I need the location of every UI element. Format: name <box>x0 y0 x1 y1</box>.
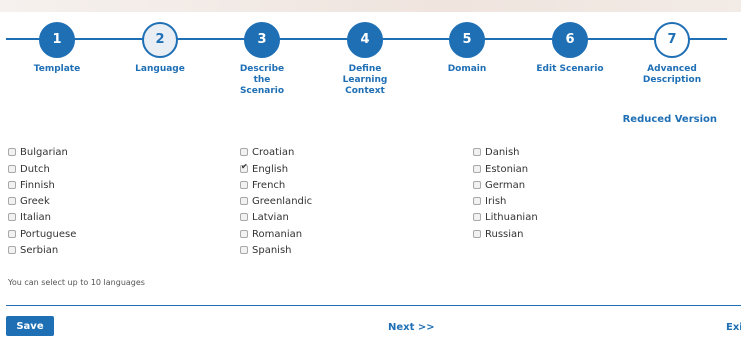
language-label: Dutch <box>20 163 50 175</box>
reduced-version-link[interactable]: Reduced Version <box>623 114 717 125</box>
language-option-danish[interactable]: Danish <box>473 145 520 159</box>
language-label: Italian <box>20 211 52 223</box>
language-limit-hint: You can select up to 10 languages <box>8 278 145 287</box>
language-label: Romanian <box>252 228 303 240</box>
language-label: English <box>252 163 289 175</box>
language-label: Estonian <box>485 163 529 175</box>
language-label: Russian <box>485 228 524 240</box>
save-button[interactable]: Save <box>6 316 54 336</box>
step-5-label: Domain <box>447 64 487 74</box>
language-option-romanian[interactable]: Romanian <box>240 227 302 241</box>
language-label: Greenlandic <box>252 195 313 207</box>
checkbox[interactable] <box>240 148 248 156</box>
wizard-stepper: 1 Template 2 Language 3 Describe the Sce… <box>0 18 741 96</box>
step-2-label: Language <box>135 64 185 74</box>
language-label: French <box>252 179 286 191</box>
step-advanced-description[interactable]: 7 Advanced Description <box>617 18 727 86</box>
checkbox[interactable] <box>473 213 481 221</box>
step-3-label: Describe the Scenario <box>239 64 285 96</box>
checkbox[interactable] <box>473 230 481 238</box>
language-label: Bulgarian <box>20 146 68 158</box>
language-option-greenlandic[interactable]: Greenlandic <box>240 194 312 208</box>
language-option-french[interactable]: French <box>240 178 285 192</box>
checkbox[interactable] <box>240 181 248 189</box>
language-option-russian[interactable]: Russian <box>473 227 524 241</box>
language-option-spanish[interactable]: Spanish <box>240 243 292 257</box>
language-option-latvian[interactable]: Latvian <box>240 210 289 224</box>
step-describe-scenario[interactable]: 3 Describe the Scenario <box>207 18 317 97</box>
step-7-circle[interactable]: 7 <box>654 22 690 58</box>
language-option-german[interactable]: German <box>473 178 525 192</box>
language-label: Portuguese <box>20 228 77 240</box>
language-label: German <box>485 179 526 191</box>
checkbox[interactable] <box>240 230 248 238</box>
step-1-circle[interactable]: 1 <box>39 22 75 58</box>
step-language[interactable]: 2 Language <box>105 18 215 75</box>
language-option-bulgarian[interactable]: Bulgarian <box>8 145 68 159</box>
checkbox[interactable] <box>473 197 481 205</box>
step-template[interactable]: 1 Template <box>2 18 112 75</box>
language-option-italian[interactable]: Italian <box>8 210 51 224</box>
language-option-irish[interactable]: Irish <box>473 194 506 208</box>
step-learning-context[interactable]: 4 Define Learning Context <box>310 18 420 97</box>
checkbox-checked[interactable] <box>240 162 248 173</box>
checkbox[interactable] <box>8 197 16 205</box>
exit-link[interactable]: Exi <box>726 322 741 333</box>
checkbox[interactable] <box>8 165 16 173</box>
step-4-circle[interactable]: 4 <box>347 22 383 58</box>
checkbox[interactable] <box>8 181 16 189</box>
checkbox[interactable] <box>240 213 248 221</box>
step-domain[interactable]: 5 Domain <box>412 18 522 75</box>
checkbox[interactable] <box>473 181 481 189</box>
step-7-label: Advanced Description <box>642 64 702 85</box>
language-label: Latvian <box>252 211 289 223</box>
checkbox[interactable] <box>473 148 481 156</box>
checkbox[interactable] <box>8 230 16 238</box>
checkbox[interactable] <box>8 148 16 156</box>
language-label: Serbian <box>20 244 59 256</box>
footer-divider <box>6 305 741 306</box>
language-label: Croatian <box>252 146 295 158</box>
checkbox[interactable] <box>240 246 248 254</box>
checkbox[interactable] <box>8 213 16 221</box>
language-label: Lithuanian <box>485 211 538 223</box>
language-option-serbian[interactable]: Serbian <box>8 243 58 257</box>
step-3-circle[interactable]: 3 <box>244 22 280 58</box>
language-label: Greek <box>20 195 50 207</box>
language-option-croatian[interactable]: Croatian <box>240 145 294 159</box>
step-4-label: Define Learning Context <box>342 64 388 96</box>
checkbox[interactable] <box>240 197 248 205</box>
language-option-english[interactable]: English <box>240 162 288 176</box>
language-label: Danish <box>485 146 520 158</box>
checkbox[interactable] <box>8 246 16 254</box>
step-2-circle[interactable]: 2 <box>142 22 178 58</box>
step-edit-scenario[interactable]: 6 Edit Scenario <box>515 18 625 75</box>
language-option-portuguese[interactable]: Portuguese <box>8 227 76 241</box>
language-option-finnish[interactable]: Finnish <box>8 178 55 192</box>
language-option-greek[interactable]: Greek <box>8 194 50 208</box>
language-option-estonian[interactable]: Estonian <box>473 162 528 176</box>
language-label: Finnish <box>20 179 55 191</box>
step-6-label: Edit Scenario <box>536 64 604 74</box>
top-banner <box>0 0 741 12</box>
language-option-dutch[interactable]: Dutch <box>8 162 50 176</box>
step-5-circle[interactable]: 5 <box>449 22 485 58</box>
language-label: Irish <box>485 195 507 207</box>
step-6-circle[interactable]: 6 <box>552 22 588 58</box>
step-1-label: Template <box>33 64 81 74</box>
next-link[interactable]: Next >> <box>388 322 435 333</box>
checkbox[interactable] <box>473 165 481 173</box>
language-label: Spanish <box>252 244 292 256</box>
language-option-lithuanian[interactable]: Lithuanian <box>473 210 538 224</box>
